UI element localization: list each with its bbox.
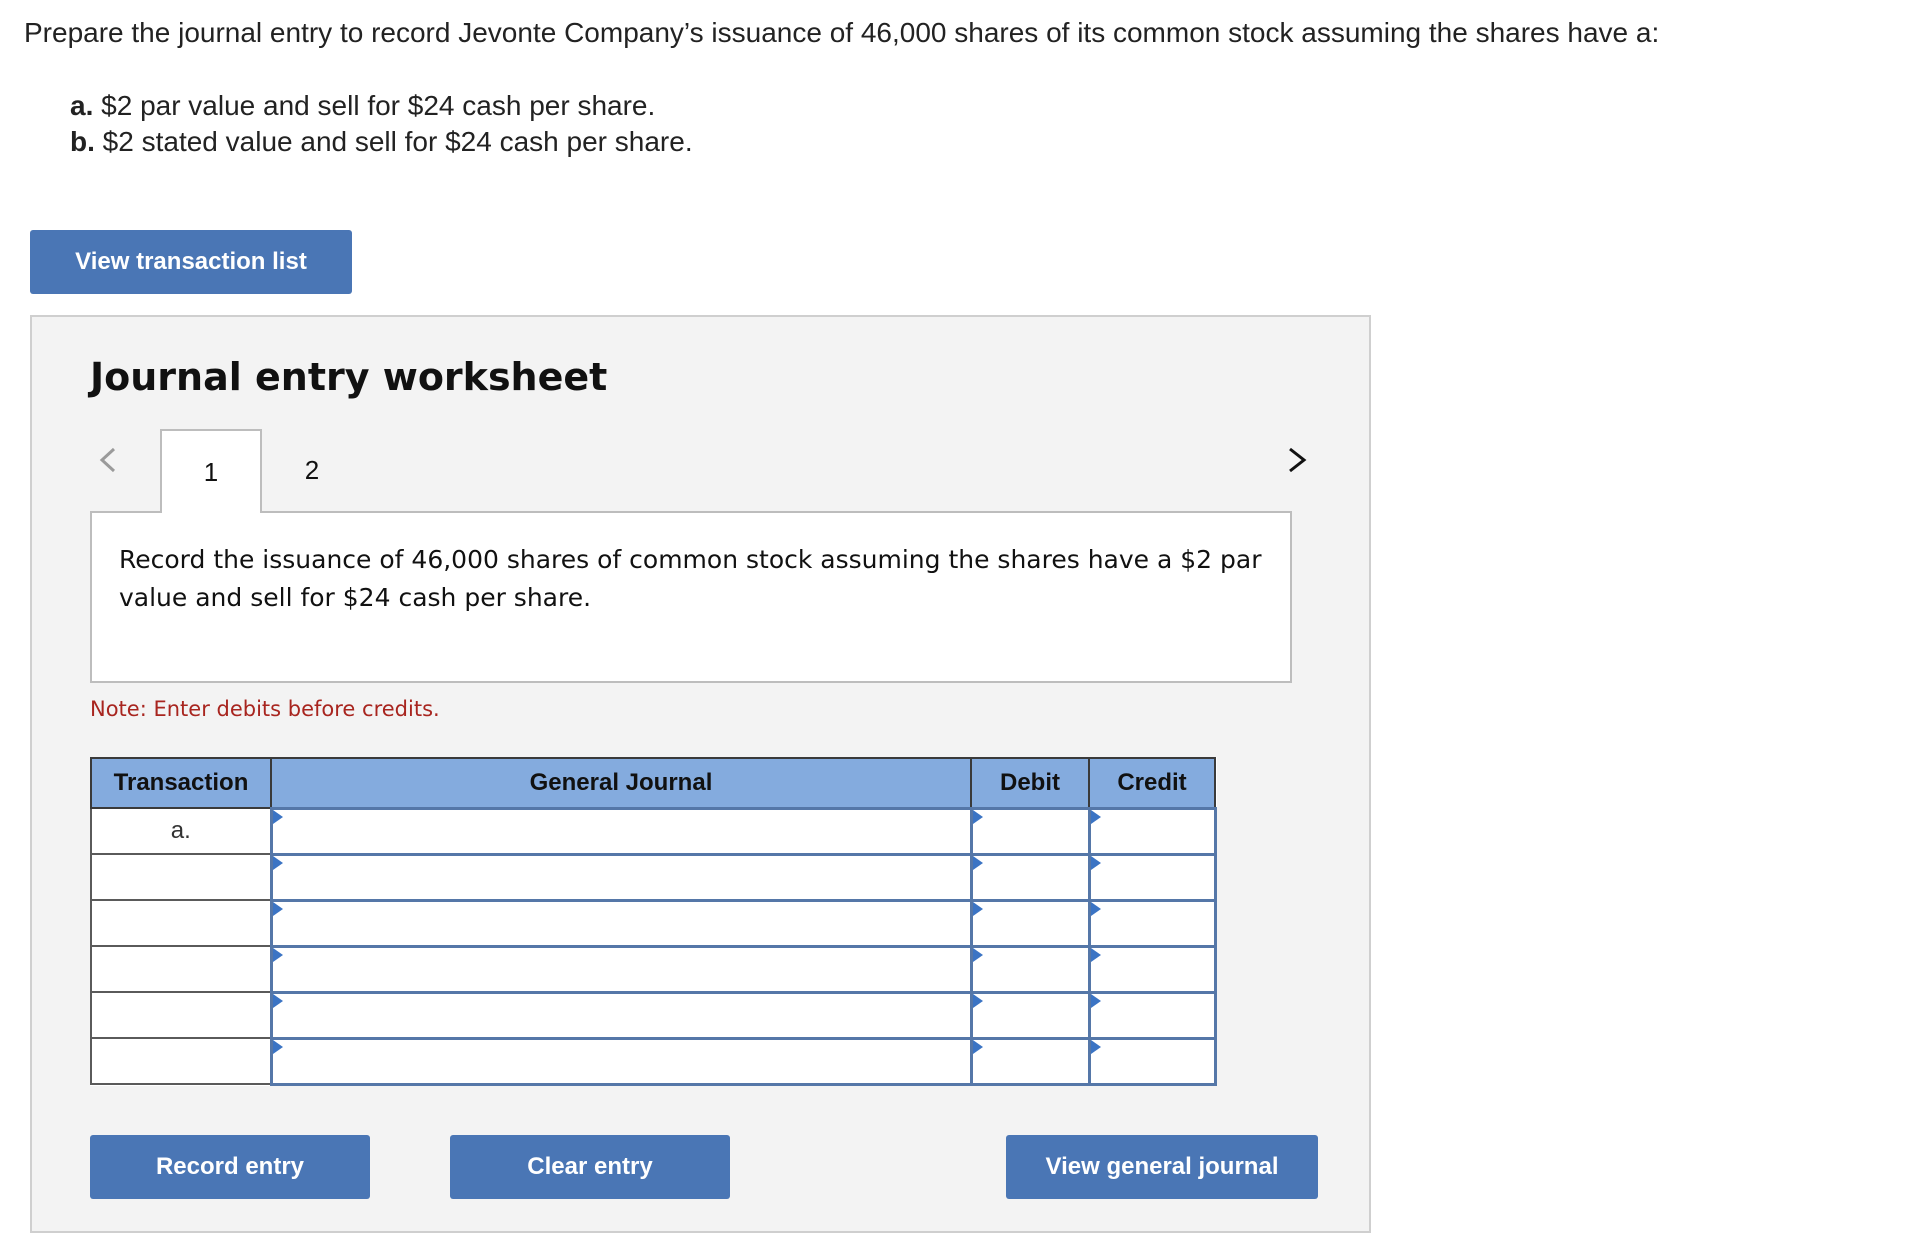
chevron-right-icon[interactable] bbox=[1284, 447, 1310, 473]
dropdown-triangle-icon bbox=[1090, 993, 1101, 1008]
question-text: Prepare the journal entry to record Jevo… bbox=[24, 17, 1660, 48]
transaction-cell bbox=[90, 945, 272, 993]
clear-entry-button[interactable]: Clear entry bbox=[450, 1135, 730, 1199]
question-part-b: b. $2 stated value and sell for $24 cash… bbox=[70, 124, 693, 160]
account-input[interactable] bbox=[272, 855, 970, 899]
table-row bbox=[90, 990, 1217, 1040]
account-input[interactable] bbox=[272, 809, 970, 853]
dropdown-triangle-icon bbox=[1090, 855, 1101, 870]
debit-cell[interactable] bbox=[969, 806, 1091, 856]
part-text: $2 par value and sell for $24 cash per s… bbox=[93, 90, 656, 121]
credit-cell[interactable] bbox=[1087, 852, 1217, 902]
dropdown-triangle-icon bbox=[1090, 947, 1101, 962]
header-debit: Debit bbox=[970, 757, 1090, 809]
journal-entry-worksheet-panel: Journal entry worksheet 1 2 Record the i… bbox=[30, 315, 1371, 1233]
account-input[interactable] bbox=[272, 993, 970, 1037]
dropdown-triangle-icon bbox=[272, 993, 283, 1008]
transaction-cell bbox=[90, 991, 272, 1039]
table-row bbox=[90, 852, 1217, 902]
account-select[interactable] bbox=[269, 1036, 973, 1086]
account-input[interactable] bbox=[272, 901, 970, 945]
credit-input[interactable] bbox=[1090, 809, 1214, 853]
account-select[interactable] bbox=[269, 990, 973, 1040]
part-label: b. bbox=[70, 126, 95, 157]
tab-2[interactable]: 2 bbox=[272, 429, 352, 511]
table-row bbox=[90, 1036, 1217, 1086]
tab-1[interactable]: 1 bbox=[160, 429, 262, 513]
debit-input[interactable] bbox=[972, 809, 1088, 853]
chevron-left-icon[interactable] bbox=[96, 447, 122, 473]
transaction-cell bbox=[90, 1037, 272, 1085]
header-credit: Credit bbox=[1088, 757, 1216, 809]
debit-input[interactable] bbox=[972, 947, 1088, 991]
credit-cell[interactable] bbox=[1087, 990, 1217, 1040]
transaction-cell bbox=[90, 853, 272, 901]
credit-cell[interactable] bbox=[1087, 898, 1217, 948]
debit-cell[interactable] bbox=[969, 852, 1091, 902]
debit-input[interactable] bbox=[972, 993, 1088, 1037]
credit-input[interactable] bbox=[1090, 855, 1214, 899]
dropdown-triangle-icon bbox=[272, 1039, 283, 1054]
account-select[interactable] bbox=[269, 806, 973, 856]
part-text: $2 stated value and sell for $24 cash pe… bbox=[94, 126, 693, 157]
table-row: a. bbox=[90, 806, 1217, 856]
dropdown-triangle-icon bbox=[1090, 1039, 1101, 1054]
debit-cell[interactable] bbox=[969, 990, 1091, 1040]
part-label: a. bbox=[70, 90, 94, 121]
entry-prompt: Record the issuance of 46,000 shares of … bbox=[90, 511, 1292, 683]
view-transaction-list-button[interactable]: View transaction list bbox=[30, 230, 352, 294]
account-select[interactable] bbox=[269, 852, 973, 902]
question-part-a: a. $2 par value and sell for $24 cash pe… bbox=[70, 88, 693, 124]
dropdown-triangle-icon bbox=[272, 901, 283, 916]
transaction-cell bbox=[90, 899, 272, 947]
entry-note: Note: Enter debits before credits. bbox=[90, 697, 440, 721]
account-select[interactable] bbox=[269, 898, 973, 948]
dropdown-triangle-icon bbox=[272, 855, 283, 870]
account-input[interactable] bbox=[272, 947, 970, 991]
debit-input[interactable] bbox=[972, 901, 1088, 945]
dropdown-triangle-icon bbox=[972, 1039, 983, 1054]
credit-cell[interactable] bbox=[1087, 1036, 1217, 1086]
debit-cell[interactable] bbox=[969, 898, 1091, 948]
table-row bbox=[90, 944, 1217, 994]
debit-input[interactable] bbox=[972, 1039, 1088, 1083]
debit-input[interactable] bbox=[972, 855, 1088, 899]
credit-input[interactable] bbox=[1090, 901, 1214, 945]
dropdown-triangle-icon bbox=[272, 947, 283, 962]
worksheet-title: Journal entry worksheet bbox=[90, 355, 608, 399]
header-transaction: Transaction bbox=[90, 757, 272, 809]
account-select[interactable] bbox=[269, 944, 973, 994]
view-general-journal-button[interactable]: View general journal bbox=[1006, 1135, 1318, 1199]
record-entry-button[interactable]: Record entry bbox=[90, 1135, 370, 1199]
credit-input[interactable] bbox=[1090, 947, 1214, 991]
table-row bbox=[90, 898, 1217, 948]
dropdown-triangle-icon bbox=[972, 993, 983, 1008]
dropdown-triangle-icon bbox=[972, 855, 983, 870]
transaction-cell: a. bbox=[90, 807, 272, 855]
account-input[interactable] bbox=[272, 1039, 970, 1083]
credit-cell[interactable] bbox=[1087, 806, 1217, 856]
dropdown-triangle-icon bbox=[272, 809, 283, 824]
debit-cell[interactable] bbox=[969, 944, 1091, 994]
table-header-row: Transaction General Journal Debit Credit bbox=[90, 757, 1216, 809]
dropdown-triangle-icon bbox=[972, 901, 983, 916]
credit-cell[interactable] bbox=[1087, 944, 1217, 994]
dropdown-triangle-icon bbox=[972, 947, 983, 962]
debit-cell[interactable] bbox=[969, 1036, 1091, 1086]
header-general-journal: General Journal bbox=[270, 757, 972, 809]
question-parts: a. $2 par value and sell for $24 cash pe… bbox=[70, 88, 693, 160]
dropdown-triangle-icon bbox=[1090, 901, 1101, 916]
dropdown-triangle-icon bbox=[972, 809, 983, 824]
general-journal-table: Transaction General Journal Debit Credit… bbox=[90, 757, 1217, 1086]
credit-input[interactable] bbox=[1090, 1039, 1214, 1083]
credit-input[interactable] bbox=[1090, 993, 1214, 1037]
dropdown-triangle-icon bbox=[1090, 809, 1101, 824]
